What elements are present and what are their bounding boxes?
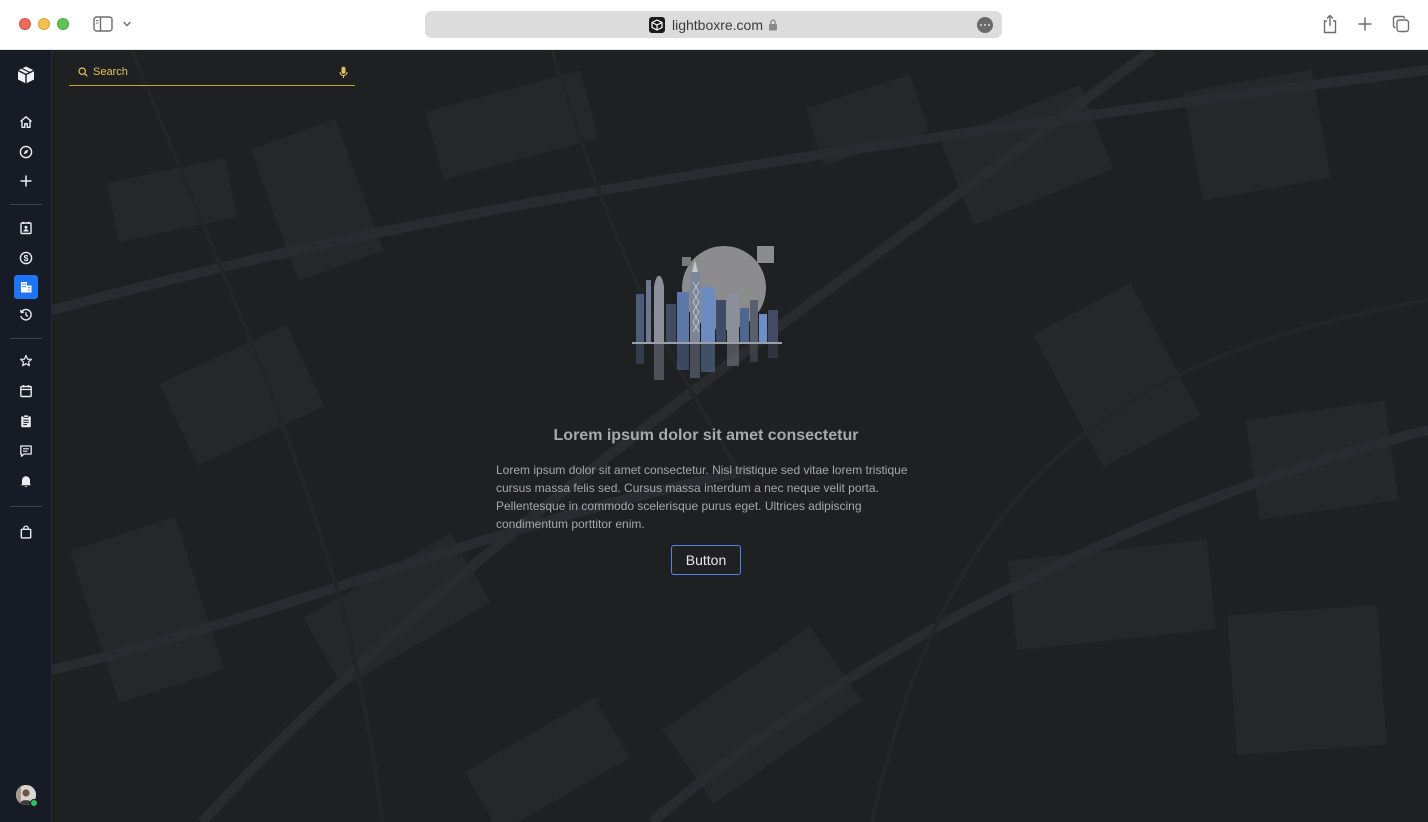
lightbox-logo-icon[interactable] (15, 64, 37, 86)
compass-icon[interactable] (14, 140, 38, 164)
contact-card-icon[interactable] (14, 216, 38, 240)
shopping-bag-icon[interactable] (14, 520, 38, 544)
app-sidebar (0, 50, 52, 822)
site-favicon-icon (648, 16, 665, 33)
zoom-window-button[interactable] (57, 18, 69, 30)
microphone-icon[interactable] (339, 66, 348, 79)
share-icon[interactable] (1320, 13, 1340, 35)
history-icon[interactable] (14, 303, 38, 327)
city-skyline-illustration (632, 246, 782, 380)
search-bar[interactable] (69, 59, 355, 86)
calendar-icon[interactable] (14, 379, 38, 403)
plus-icon[interactable] (14, 169, 38, 193)
sidebar-divider (10, 506, 42, 507)
bell-icon[interactable] (14, 469, 38, 493)
minimize-window-button[interactable] (38, 18, 50, 30)
clipboard-icon[interactable] (14, 409, 38, 433)
building-icon[interactable] (14, 275, 38, 299)
empty-state-description: Lorem ipsum dolor sit amet consectetur. … (496, 463, 908, 531)
empty-state-title: Lorem ipsum dolor sit amet consectetur (553, 427, 859, 444)
more-options-icon[interactable] (977, 17, 993, 33)
sidebar-divider (10, 204, 42, 205)
search-input[interactable] (93, 66, 339, 78)
empty-state-button[interactable]: Button (671, 545, 741, 575)
search-icon (78, 67, 88, 77)
svg-text:$: $ (24, 253, 29, 263)
main-content: Lorem ipsum dolor sit amet consectetur L… (52, 50, 1428, 822)
close-window-button[interactable] (19, 18, 31, 30)
lock-icon (768, 19, 778, 31)
home-icon[interactable] (14, 110, 38, 134)
online-status-badge (30, 799, 38, 807)
chat-icon[interactable] (14, 439, 38, 463)
sidebar-toggle-icon[interactable] (92, 14, 114, 34)
url-text: lightboxre.com (671, 16, 764, 33)
star-icon[interactable] (14, 349, 38, 373)
tab-overview-icon[interactable] (1391, 14, 1411, 34)
chevron-down-icon[interactable] (120, 16, 134, 32)
new-tab-icon[interactable] (1355, 14, 1375, 34)
dollar-icon[interactable]: $ (14, 246, 38, 270)
sidebar-divider (10, 338, 42, 339)
browser-toolbar: lightboxre.com (0, 0, 1428, 50)
address-bar[interactable]: lightboxre.com (425, 11, 1002, 38)
